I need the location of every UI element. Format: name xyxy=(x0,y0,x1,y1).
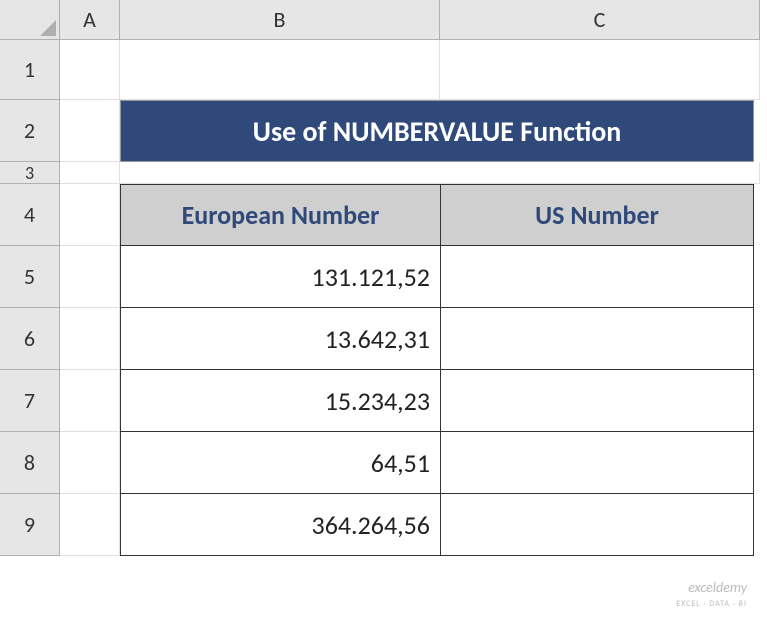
cell-b5[interactable]: 131.121,52 xyxy=(120,246,440,308)
row-header-7[interactable]: 7 xyxy=(0,370,60,432)
cell-a8[interactable] xyxy=(60,432,120,494)
cell-b8[interactable]: 64,51 xyxy=(120,432,440,494)
cell-a2[interactable] xyxy=(60,100,120,162)
row-header-8[interactable]: 8 xyxy=(0,432,60,494)
watermark-subtext: EXCEL · DATA · BI xyxy=(676,599,747,609)
cell-a4[interactable] xyxy=(60,184,120,246)
row-header-2[interactable]: 2 xyxy=(0,100,60,162)
watermark: exceldemy EXCEL · DATA · BI xyxy=(676,581,747,609)
cell-a1[interactable] xyxy=(60,40,120,100)
table-header-us[interactable]: US Number xyxy=(440,184,754,246)
cell-a9[interactable] xyxy=(60,494,120,556)
cell-c7[interactable] xyxy=(440,370,754,432)
column-header-c[interactable]: C xyxy=(440,0,760,40)
column-header-b[interactable]: B xyxy=(120,0,440,40)
cell-c8[interactable] xyxy=(440,432,754,494)
watermark-text: exceldemy xyxy=(688,579,747,596)
row-header-1[interactable]: 1 xyxy=(0,40,60,100)
cell-b3-c3[interactable] xyxy=(120,162,760,184)
row-header-6[interactable]: 6 xyxy=(0,308,60,370)
row-header-4[interactable]: 4 xyxy=(0,184,60,246)
cell-b6[interactable]: 13.642,31 xyxy=(120,308,440,370)
row-header-3[interactable]: 3 xyxy=(0,162,60,184)
cell-b7[interactable]: 15.234,23 xyxy=(120,370,440,432)
cell-c9[interactable] xyxy=(440,494,754,556)
row-header-5[interactable]: 5 xyxy=(0,246,60,308)
row-header-9[interactable]: 9 xyxy=(0,494,60,556)
cell-a3[interactable] xyxy=(60,162,120,184)
cell-b1[interactable] xyxy=(120,40,440,100)
cell-c1[interactable] xyxy=(440,40,760,100)
cell-a5[interactable] xyxy=(60,246,120,308)
cell-c6[interactable] xyxy=(440,308,754,370)
select-all-corner[interactable] xyxy=(0,0,60,40)
select-all-triangle-icon xyxy=(40,20,56,36)
title-banner[interactable]: Use of NUMBERVALUE Function xyxy=(120,100,754,162)
table-header-european[interactable]: European Number xyxy=(120,184,440,246)
cell-a7[interactable] xyxy=(60,370,120,432)
cell-a6[interactable] xyxy=(60,308,120,370)
cell-b9[interactable]: 364.264,56 xyxy=(120,494,440,556)
spreadsheet-grid: A B C 1 2 Use of NUMBERVALUE Function 3 … xyxy=(0,0,767,556)
column-header-a[interactable]: A xyxy=(60,0,120,40)
cell-c5[interactable] xyxy=(440,246,754,308)
